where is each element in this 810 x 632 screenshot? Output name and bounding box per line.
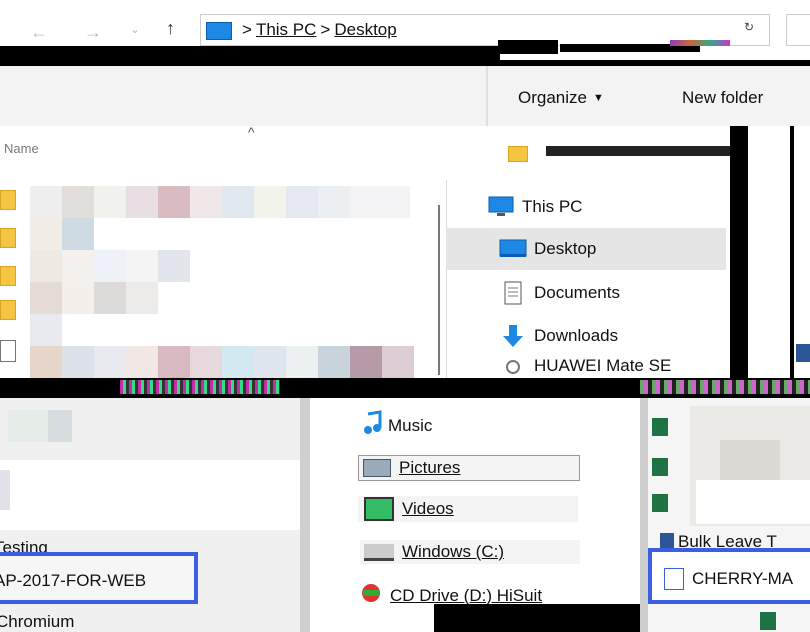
excel-icon	[760, 612, 776, 630]
search-box[interactable]	[786, 14, 810, 46]
glitch-strip	[120, 380, 280, 394]
drive-icon	[364, 543, 394, 561]
glitch-bar	[498, 40, 558, 54]
nav-item-label: Music	[388, 415, 433, 435]
videos-icon	[364, 497, 394, 521]
excel-icon	[652, 418, 668, 436]
scrollbar[interactable]	[438, 205, 440, 375]
forward-button[interactable]: →	[84, 22, 112, 42]
nav-item-label: Pictures	[399, 458, 461, 477]
nav-item-label: Documents	[534, 283, 620, 302]
nav-item-this-pc[interactable]: This PC	[446, 186, 726, 228]
pictures-icon	[363, 459, 391, 477]
desktop-small-icon	[206, 22, 232, 40]
nav-item-label: Downloads	[534, 326, 619, 345]
glitch-strip	[640, 380, 810, 394]
document-icon	[0, 340, 16, 362]
divider	[640, 398, 648, 632]
nav-item-huawei[interactable]: HUAWEI Mate SE	[446, 356, 726, 378]
new-folder-button[interactable]: New folder	[682, 88, 763, 108]
word-icon	[796, 344, 810, 362]
chevron-down-icon[interactable]: ⌄	[130, 22, 140, 36]
phone-icon	[498, 356, 528, 378]
nav-item-label: HUAWEI Mate SE	[534, 356, 672, 375]
excel-icon	[652, 458, 668, 476]
nav-item-label: CD Drive (D:) HiSuit	[390, 585, 543, 605]
nav-item-videos[interactable]: Videos	[358, 496, 578, 522]
nav-item-desktop[interactable]: Desktop	[446, 228, 726, 270]
mosaic	[30, 186, 430, 382]
glitch-bar	[730, 126, 748, 386]
lower-left-white	[0, 460, 300, 530]
breadcrumb-separator: >	[320, 20, 331, 39]
nav-item-downloads[interactable]: Downloads	[446, 315, 726, 357]
caret-down-icon: ▼	[592, 92, 604, 104]
breadcrumb-this-pc[interactable]: This PC	[256, 20, 316, 40]
breadcrumb-separator: >	[242, 20, 252, 39]
up-button[interactable]: ↑	[166, 18, 175, 39]
list-item[interactable]: CHERRY-MA	[664, 568, 793, 590]
breadcrumb-desktop[interactable]: Desktop	[334, 20, 396, 40]
excel-icon	[652, 494, 668, 512]
monitor-icon	[486, 195, 516, 219]
sort-up-icon[interactable]: ^	[248, 124, 255, 140]
nav-item-label: This PC	[522, 197, 583, 216]
nav-item-label: Windows (C:)	[402, 542, 505, 561]
organize-label: Organize	[518, 88, 587, 107]
toolbar-divider	[486, 66, 488, 126]
folder-icon	[0, 228, 16, 248]
divider	[300, 398, 310, 632]
music-icon	[362, 410, 384, 441]
glitch-bar	[434, 604, 640, 632]
pdf-icon	[664, 568, 684, 590]
nav-item-windows-c[interactable]: Windows (C:)	[360, 540, 580, 564]
folder-icon	[0, 190, 16, 210]
nav-item-pictures[interactable]: Pictures	[358, 455, 580, 481]
glitch-bar	[0, 46, 500, 60]
download-arrow-icon	[498, 324, 528, 348]
glitch-bar	[790, 126, 794, 386]
nav-item-label: Videos	[402, 499, 454, 518]
mosaic	[720, 440, 780, 480]
breadcrumb: > This PC > Desktop	[242, 20, 397, 40]
back-button[interactable]: ←	[30, 22, 58, 42]
glitch-bar	[546, 146, 746, 156]
folder-icon	[0, 300, 16, 320]
folder-icon	[508, 146, 528, 162]
refresh-icon[interactable]: ↻	[744, 20, 754, 34]
mosaic	[0, 470, 10, 510]
organize-button[interactable]: Organize ▼	[518, 88, 604, 108]
list-item[interactable]: Chromium	[0, 612, 74, 632]
nav-item-documents[interactable]: Documents	[446, 272, 726, 314]
left-column-header[interactable]: Name	[4, 141, 39, 156]
documents-icon	[498, 281, 528, 305]
nav-item-music[interactable]: Music	[362, 410, 432, 441]
desktop-icon	[498, 237, 528, 261]
list-item-label: CHERRY-MA	[692, 569, 794, 588]
glitch-strip	[748, 126, 790, 386]
folder-icon	[0, 266, 16, 286]
list-item[interactable]: AP-2017-FOR-WEB	[0, 571, 146, 591]
cd-drive-icon	[360, 582, 382, 609]
mosaic	[696, 480, 810, 524]
mosaic	[48, 410, 72, 442]
nav-item-label: Desktop	[534, 239, 597, 258]
glitch-strip	[670, 40, 730, 46]
mosaic	[8, 410, 48, 442]
